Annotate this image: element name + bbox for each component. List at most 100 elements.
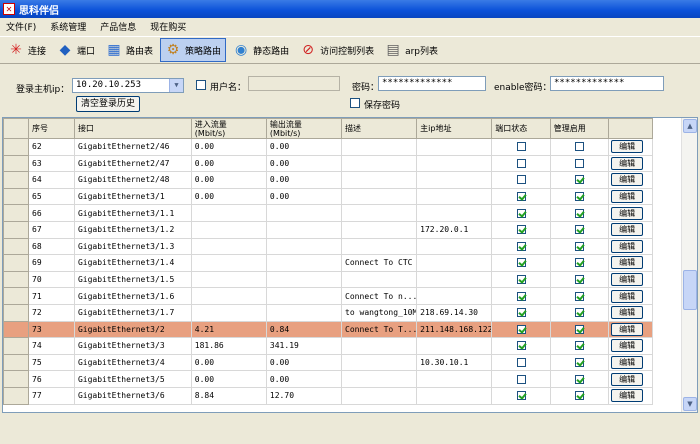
row-header[interactable]	[3, 171, 30, 189]
table-row[interactable]: 77 GigabitEthernet3/6 8.84 12.70 编辑	[3, 386, 653, 405]
admin-checkbox[interactable]	[574, 241, 584, 251]
table-row[interactable]: 74 GigabitEthernet3/3 181.86 341.19 编辑	[3, 337, 653, 355]
edit-button[interactable]: 编辑	[611, 322, 644, 336]
column-header-1[interactable]: 接口	[73, 118, 192, 139]
menu-item-0[interactable]: 文件(F)	[6, 20, 36, 33]
edit-button[interactable]: 编辑	[611, 156, 644, 170]
toolbar-button-acl[interactable]: ⊘ 访问控制列表	[296, 38, 378, 62]
column-header-3[interactable]: 输出流量 (Mbit/s)	[265, 118, 343, 139]
scroll-up-icon[interactable]: ▲	[683, 119, 697, 133]
port-checkbox[interactable]	[516, 225, 526, 235]
column-header-4[interactable]: 描述	[341, 118, 418, 139]
column-header-5[interactable]: 主ip地址	[416, 118, 493, 139]
port-checkbox[interactable]	[516, 192, 526, 202]
scroll-down-icon[interactable]: ▼	[683, 397, 697, 411]
port-checkbox[interactable]	[516, 391, 526, 401]
port-checkbox[interactable]	[516, 142, 526, 152]
chevron-down-icon[interactable]: ▼	[169, 79, 183, 92]
admin-checkbox[interactable]	[574, 175, 584, 185]
row-header[interactable]	[3, 320, 30, 339]
table-row[interactable]: 68 GigabitEthernet3/1.3 编辑	[3, 237, 653, 256]
edit-button[interactable]: 编辑	[611, 140, 644, 154]
admin-checkbox[interactable]	[574, 391, 584, 401]
column-header-0[interactable]: 序号	[28, 118, 75, 139]
row-header[interactable]	[3, 353, 30, 372]
enable-password-field[interactable]: *************	[550, 76, 664, 91]
port-checkbox[interactable]	[516, 241, 526, 251]
edit-button[interactable]: 编辑	[611, 256, 644, 270]
host-ip-dropdown[interactable]: 10.20.10.253 ▼	[72, 78, 184, 93]
password-field[interactable]: *************	[378, 76, 486, 91]
admin-checkbox[interactable]	[574, 192, 584, 202]
scroll-thumb[interactable]	[683, 270, 697, 310]
toolbar-button-connect[interactable]: ✳ 连接	[4, 38, 50, 62]
admin-checkbox[interactable]	[574, 275, 584, 285]
table-row[interactable]: 71 GigabitEthernet3/1.6 Connect To n... 编辑	[3, 287, 653, 305]
port-checkbox[interactable]	[516, 324, 526, 334]
port-checkbox[interactable]	[516, 208, 526, 218]
table-row[interactable]: 73 GigabitEthernet3/2 4.21 0.84 Connect To T…	[3, 320, 653, 339]
table-row[interactable]: 70 GigabitEthernet3/1.5 编辑	[3, 270, 653, 289]
edit-button[interactable]: 编辑	[611, 389, 644, 403]
admin-checkbox[interactable]	[574, 341, 584, 351]
edit-button[interactable]: 编辑	[611, 273, 644, 287]
column-header-6[interactable]: 端口状态	[491, 118, 551, 139]
table-row[interactable]: 63 GigabitEthernet2/47 0.00 0.00 编辑	[3, 154, 653, 173]
row-header[interactable]	[3, 303, 30, 322]
row-header[interactable]	[3, 187, 30, 206]
toolbar-button-route-table[interactable]: ▦ 路由表	[102, 38, 157, 62]
edit-button[interactable]: 编辑	[611, 239, 644, 253]
row-header[interactable]	[3, 386, 30, 405]
toolbar-button-static-route[interactable]: ◉ 静态路由	[229, 38, 293, 62]
admin-checkbox[interactable]	[574, 358, 584, 368]
row-header[interactable]	[3, 138, 30, 156]
toolbar-button-arp[interactable]: ▤ arp列表	[381, 38, 442, 62]
edit-button[interactable]: 编辑	[611, 356, 644, 370]
row-header[interactable]	[3, 237, 30, 256]
edit-button[interactable]: 编辑	[611, 173, 644, 187]
row-header[interactable]	[3, 287, 30, 305]
port-checkbox[interactable]	[516, 258, 526, 268]
table-row[interactable]: 75 GigabitEthernet3/4 0.00 0.00 10.30.10.1 编辑	[3, 353, 653, 372]
edit-button[interactable]: 编辑	[611, 306, 644, 320]
port-checkbox[interactable]	[516, 158, 526, 168]
row-header[interactable]	[3, 154, 30, 173]
table-row[interactable]: 62 GigabitEthernet2/46 0.00 0.00 编辑	[3, 138, 653, 156]
username-checkbox[interactable]	[196, 80, 206, 90]
clear-history-button[interactable]: 清空登录历史	[76, 96, 140, 112]
username-field[interactable]	[248, 76, 340, 91]
table-row[interactable]: 72 GigabitEthernet3/1.7 to wangtong_10M 218…	[3, 303, 653, 322]
port-checkbox[interactable]	[516, 291, 526, 301]
admin-checkbox[interactable]	[574, 158, 584, 168]
port-checkbox[interactable]	[516, 175, 526, 185]
admin-checkbox[interactable]	[574, 208, 584, 218]
admin-checkbox[interactable]	[574, 308, 584, 318]
table-row[interactable]: 66 GigabitEthernet3/1.1 编辑	[3, 204, 653, 222]
toolbar-button-policy-route[interactable]: ⚙ 策略路由	[160, 38, 227, 62]
admin-checkbox[interactable]	[574, 374, 584, 384]
row-header[interactable]	[3, 254, 30, 272]
admin-checkbox[interactable]	[574, 258, 584, 268]
column-header-8[interactable]	[608, 118, 653, 139]
menu-item-1[interactable]: 系统管理	[50, 20, 86, 33]
vertical-scrollbar[interactable]: ▲ ▼	[681, 118, 697, 412]
menu-item-2[interactable]: 产品信息	[100, 20, 136, 33]
table-row[interactable]: 64 GigabitEthernet2/48 0.00 0.00 编辑	[3, 171, 653, 189]
table-row[interactable]: 76 GigabitEthernet3/5 0.00 0.00 编辑	[3, 370, 653, 388]
port-checkbox[interactable]	[516, 275, 526, 285]
toolbar-button-port[interactable]: ◆ 端口	[53, 38, 99, 62]
edit-button[interactable]: 编辑	[611, 223, 644, 237]
admin-checkbox[interactable]	[574, 142, 584, 152]
admin-checkbox[interactable]	[574, 291, 584, 301]
edit-button[interactable]: 编辑	[611, 289, 644, 303]
row-header[interactable]	[3, 220, 30, 239]
save-password-checkbox[interactable]	[350, 98, 360, 108]
admin-checkbox[interactable]	[574, 225, 584, 235]
edit-button[interactable]: 编辑	[611, 206, 644, 220]
port-checkbox[interactable]	[516, 374, 526, 384]
row-header[interactable]	[3, 337, 30, 355]
table-row[interactable]: 65 GigabitEthernet3/1 0.00 0.00 编辑	[3, 187, 653, 206]
row-header[interactable]	[3, 270, 30, 289]
column-header-2[interactable]: 进入流量 (Mbit/s)	[190, 118, 267, 139]
column-header-7[interactable]: 管理启用	[549, 118, 610, 139]
